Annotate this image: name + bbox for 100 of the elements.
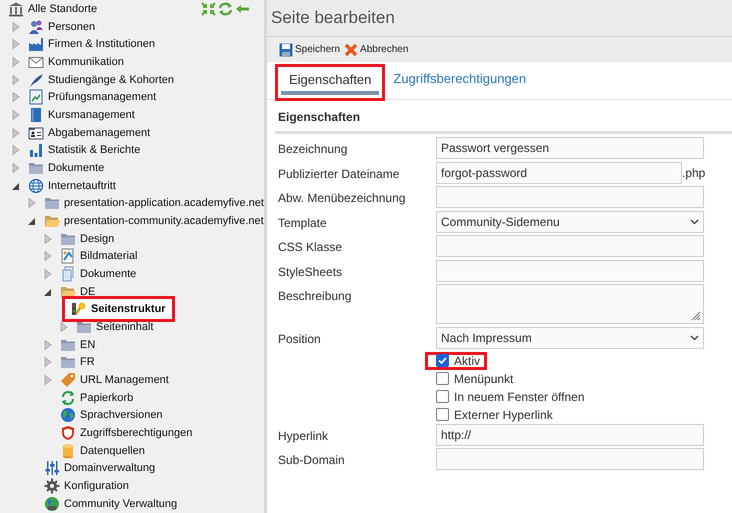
field-label: Hyperlink [278,428,330,442]
field-label: Publizierter Dateiname [278,166,400,180]
tree-item[interactable]: Alle Standorte [28,2,98,15]
field-label: StyleSheets [278,264,344,278]
key-icon [71,301,87,318]
tree-item[interactable]: Sprachversionen [80,409,163,422]
collapsed-arrow-icon[interactable] [11,162,21,174]
tree-item[interactable]: EN [80,338,96,351]
tree-item[interactable]: Kommunikation [48,56,124,68]
tree-item[interactable]: Dokumente [80,268,136,280]
tree-item[interactable]: Firmen & Institutionen [48,38,155,50]
tree-item[interactable]: Prüfungsmanagement [48,91,156,104]
tree-item[interactable]: Seitenstruktur [91,303,166,316]
section-title: Eigenschaften [275,100,732,134]
collapsed-arrow-icon[interactable] [11,38,21,50]
documents-icon [60,266,76,282]
tab[interactable]: Zugriffsberechtigungen [390,69,530,96]
text-area[interactable] [436,284,704,324]
tree-item[interactable]: Dokumente [48,162,104,174]
book-icon [28,106,44,123]
image-icon [60,248,76,264]
cross-icon [344,42,358,56]
cancel-button[interactable]: Abbrechen [344,42,408,56]
people-icon [28,18,44,34]
chevron-down-icon [690,335,699,341]
collapsed-arrow-icon[interactable] [43,250,53,262]
field-label: Sub-Domain [278,452,346,467]
collapsed-arrow-icon[interactable] [43,268,53,280]
id-card-icon [28,124,44,141]
recycle-icon [60,390,76,406]
collapsed-arrow-icon[interactable] [11,108,21,121]
collapsed-arrow-icon[interactable] [43,374,53,386]
collapsed-arrow-icon[interactable] [59,320,69,333]
chart-document-icon [28,89,44,106]
select-field[interactable]: Community-Sidemenu [436,210,704,232]
collapsed-arrow-icon[interactable] [11,56,21,68]
tree-item[interactable]: presentation-community.academyfive.net [64,214,264,227]
collapsed-arrow-icon[interactable] [11,91,21,104]
feather-icon [28,72,44,88]
tree-item[interactable]: Studiengänge & Kohorten [48,74,174,86]
input-field[interactable]: Passwort vergessen [436,137,704,159]
field-label: Position [278,331,322,346]
file-extension: .php [682,166,706,180]
checkbox-label: Externer Hyperlink [454,408,553,422]
collapsed-arrow-icon[interactable] [11,144,21,156]
field-label: Bezeichnung [278,141,348,156]
field-label: Template [278,214,328,230]
collapse-icon[interactable] [201,2,216,16]
tree-item[interactable]: presentation-application.academyfive.net [64,197,264,210]
checkbox[interactable] [436,372,449,385]
input-field[interactable] [436,235,704,257]
tab[interactable]: Eigenschaften [281,70,380,95]
checkbox[interactable] [436,354,449,367]
collapsed-arrow-icon[interactable] [43,232,53,245]
gear-icon [44,478,60,494]
globe-icon [28,178,44,194]
tag-icon [60,372,76,388]
bar-chart-icon [28,142,44,158]
field-label: Beschreibung [278,288,352,303]
tree-item[interactable]: Datenquellen [80,444,145,457]
checkbox[interactable] [436,390,449,403]
sliders-icon [44,460,60,476]
collapsed-arrow-icon[interactable] [11,20,21,32]
input-field[interactable] [436,448,704,470]
folder-icon [60,354,76,370]
refresh-icon[interactable] [218,2,233,16]
resize-grip-icon [691,311,701,321]
tree-item[interactable]: URL Management [80,374,169,386]
tree-item[interactable]: Papierkorb [80,392,134,404]
tree-item[interactable]: Abgabemanagement [48,126,150,139]
globe-icon [60,407,76,424]
input-field[interactable] [436,186,704,208]
tree-item[interactable]: Design [80,232,114,245]
tree-item[interactable]: Kursmanagement [48,108,135,121]
input-field[interactable] [436,260,704,282]
tree-item[interactable]: Personen [48,20,96,32]
tree-item[interactable]: Statistik & Berichte [48,144,140,156]
select-field[interactable]: Nach Impressum [436,327,704,349]
tree-item[interactable]: Bildmaterial [80,250,138,262]
checkbox[interactable] [436,408,449,421]
tree-item[interactable]: Internetauftritt [48,180,116,192]
factory-icon [28,36,44,52]
input-field[interactable]: http:// [436,424,704,446]
save-button[interactable]: Speichern [279,42,340,56]
collapsed-arrow-icon[interactable] [27,197,37,210]
collapsed-arrow-icon[interactable] [11,74,21,86]
tree-item[interactable]: Seiteninhalt [96,320,154,333]
tree-item[interactable]: Community Verwaltung [64,498,178,510]
tree-item[interactable]: Domainverwaltung [64,462,156,474]
input-field[interactable]: forgot-password [436,162,682,184]
checkbox-label: Menüpunkt [454,372,514,386]
collapsed-arrow-icon[interactable] [43,338,53,351]
folder-icon [44,195,60,212]
tree-item[interactable]: DE [80,286,96,298]
tree-item[interactable]: Zugriffsberechtigungen [80,426,192,439]
collapsed-arrow-icon[interactable] [43,356,53,368]
tree-item[interactable]: Konfiguration [64,480,129,492]
globe-icon [44,496,60,512]
collapsed-arrow-icon[interactable] [11,126,21,139]
tree-item[interactable]: FR [80,356,95,368]
